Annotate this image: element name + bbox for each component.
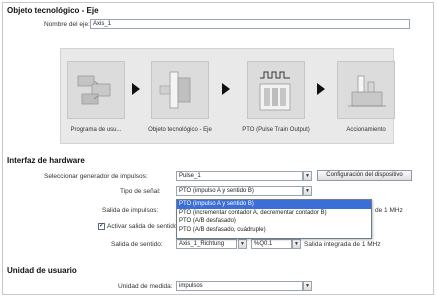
unit-label: Unidad de medida: — [118, 283, 173, 290]
unit-select[interactable]: impulsos — [176, 281, 303, 291]
device-configuration-button[interactable]: Configuración del dispositivo — [317, 170, 412, 181]
direction-output-label: Salida de sentido: — [111, 241, 163, 248]
hardware-interface-title: Interfaz de hardware — [7, 156, 85, 165]
direction-output-select[interactable]: Axis_1_Richtung — [176, 239, 237, 249]
pulse-generator-label: Seleccionar generador de impulsos: — [44, 173, 148, 180]
axis-name-input[interactable]: Axis_1 — [90, 19, 410, 29]
dropdown-option[interactable]: PTO (A/B desfasado, cuádruple) — [177, 226, 371, 235]
config-panel — [2, 2, 434, 295]
axis-object-icon — [159, 71, 191, 109]
pulse-output-suffix: de 1 MHz — [375, 207, 403, 214]
signal-type-dropdown-list: PTO (impulso A y sentido B) PTO (increme… — [176, 199, 372, 239]
chevron-down-icon[interactable]: ▼ — [303, 186, 312, 196]
motion-diagram: Programa de usu... Objeto tecnológico - … — [60, 48, 395, 144]
arrow-icon — [222, 83, 230, 95]
pulse-output-label: Salida de impulsos: — [102, 207, 159, 214]
program-blocks-icon — [77, 75, 111, 105]
chevron-down-icon[interactable]: ▼ — [238, 239, 247, 249]
dropdown-option[interactable]: PTO (impulso A y sentido B) — [177, 200, 371, 209]
signal-type-select[interactable]: PTO (impulso A y sentido B) — [176, 186, 303, 196]
signal-type-label: Tipo de señal: — [120, 188, 161, 195]
pto-tile — [247, 61, 305, 119]
tile-caption-drive: Accionamiento — [346, 127, 386, 133]
axis-name-label: Nombre del eje: — [44, 21, 90, 28]
chevron-down-icon[interactable]: ▼ — [303, 281, 312, 291]
direction-output-checkbox[interactable]: ✓ — [98, 223, 105, 230]
drive-icon — [348, 75, 386, 107]
axis-object-tile — [151, 61, 209, 119]
drive-tile — [337, 61, 395, 119]
arrow-icon — [317, 83, 325, 95]
tile-caption-program: Programa de usu... — [70, 127, 122, 133]
direction-address-field[interactable]: %Q0.1 — [251, 239, 292, 249]
chevron-down-icon[interactable]: ▼ — [303, 171, 312, 181]
arrow-icon — [132, 83, 140, 95]
chevron-down-icon[interactable]: ▼ — [292, 239, 301, 249]
tech-object-title: Objeto tecnológico - Eje — [7, 6, 99, 15]
pulse-train-icon — [259, 71, 291, 111]
direction-output-suffix: Salida integrada de 1 MHz — [304, 241, 381, 248]
tile-caption-pto: PTO (Pulse Train Output) — [242, 127, 310, 133]
dropdown-option[interactable]: PTO (incrementar contador A, decrementar… — [177, 209, 371, 218]
pulse-generator-select[interactable]: Pulse_1 — [176, 171, 303, 181]
program-tile — [67, 61, 125, 119]
direction-checkbox-label: Activar salida de sentido — [107, 223, 178, 230]
user-unit-title: Unidad de usuario — [7, 266, 77, 275]
dropdown-option[interactable]: PTO (A/B desfasado) — [177, 217, 371, 226]
tile-caption-axis: Objeto tecnológico - Eje — [148, 127, 212, 133]
